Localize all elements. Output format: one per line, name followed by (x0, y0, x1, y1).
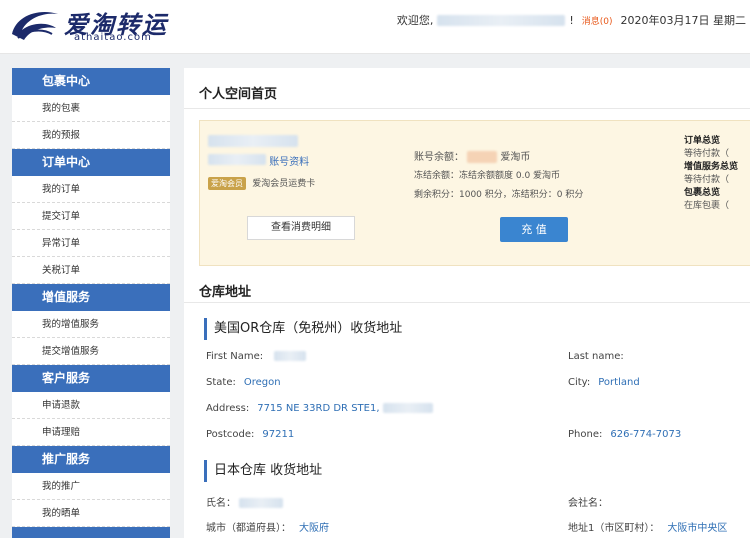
postcode-value[interactable]: 97211 (262, 429, 294, 440)
sidebar-item-my-showcase[interactable]: 我的晒单 (12, 500, 170, 527)
sidebar-item-refund[interactable]: 申请退款 (12, 392, 170, 419)
state-value[interactable]: Oregon (244, 377, 281, 388)
header-user-bar: 欢迎您, ! 消息(0) 2020年03月17日 星期二 (397, 12, 746, 28)
us-phone-field: Phone: 626-774-7073 (568, 429, 681, 440)
page-title: 个人空间首页 (199, 87, 278, 102)
logo-domain-text: athaitao.com (74, 32, 152, 43)
jp-warehouse-title: 日本仓库 收货地址 (204, 460, 322, 482)
sidebar-section-more[interactable] (12, 527, 170, 538)
sidebar-section-promotion[interactable]: 推广服务 (12, 446, 170, 473)
address-value[interactable]: 7715 NE 33RD DR STE1, (257, 403, 379, 414)
parcel-in-stock[interactable]: 在库包裹（ (684, 200, 750, 213)
order-pending[interactable]: 等待付款（ (684, 148, 750, 161)
sidebar-item-my-promotion[interactable]: 我的推广 (12, 473, 170, 500)
site-logo[interactable]: 爱淘转运 athaitao.com (8, 4, 178, 48)
address-suffix-redacted (382, 403, 433, 413)
sidebar-section-order-center[interactable]: 订单中心 (12, 149, 170, 176)
phone-value[interactable]: 626-774-7073 (610, 429, 681, 440)
main-content: 个人空间首页 账号资料 爱淘会员 爱淘会员运费卡 查看消费明细 账号余额： 爱淘… (184, 68, 750, 538)
jp-name-redacted (239, 498, 284, 508)
account-card: 账号资料 爱淘会员 爱淘会员运费卡 (208, 135, 388, 190)
jp-name-label: 氏名： (206, 498, 236, 509)
username-redacted (437, 14, 566, 26)
last-name-label: Last name: (568, 351, 624, 362)
welcome-exclaim: ! (569, 13, 574, 27)
sidebar-section-customer-service[interactable]: 客户服务 (12, 365, 170, 392)
order-overview-title: 订单总览 (684, 136, 721, 146)
account-name-redacted (208, 135, 298, 147)
us-address-field: Address: 7715 NE 33RD DR STE1, (206, 403, 433, 414)
jp-address1-label: 地址1（市区町村）： (568, 523, 660, 534)
sidebar-section-value-added[interactable]: 增值服务 (12, 284, 170, 311)
recharge-button[interactable]: 充 值 (500, 217, 568, 242)
jp-prefecture-label: 城市（都道府县）： (206, 523, 291, 534)
warehouse-divider (184, 302, 750, 303)
account-profile-link[interactable]: 账号资料 (269, 157, 309, 168)
city-value[interactable]: Portland (598, 377, 639, 388)
jp-address1-value[interactable]: 大阪市中央区 (667, 523, 727, 534)
parcel-overview-title: 包裹总览 (684, 188, 721, 198)
first-name-label: First Name: (206, 351, 264, 362)
view-spending-details-button[interactable]: 查看消费明细 (247, 216, 355, 240)
sidebar-item-submit-value-added[interactable]: 提交增值服务 (12, 338, 170, 365)
vas-pending[interactable]: 等待付款（ (684, 174, 750, 187)
top-header: 爱淘转运 athaitao.com 欢迎您, ! 消息(0) 2020年03月1… (0, 0, 750, 54)
us-warehouse-title: 美国OR仓库（免税州）收货地址 (204, 318, 402, 340)
sidebar-item-claim[interactable]: 申请理赔 (12, 419, 170, 446)
sidebar-item-my-forecasts[interactable]: 我的预报 (12, 122, 170, 149)
us-last-name-field: Last name: (568, 351, 624, 362)
sidebar-item-my-parcels[interactable]: 我的包裹 (12, 95, 170, 122)
messages-link[interactable]: 消息(0) (582, 14, 613, 27)
balance-unit: 爱淘币 (500, 152, 531, 163)
sidebar-item-tax-orders[interactable]: 关税订单 (12, 257, 170, 284)
phone-label: Phone: (568, 429, 603, 440)
account-id-redacted (208, 154, 266, 165)
welcome-text: 欢迎您, (396, 14, 434, 27)
frozen-balance: 冻结余额：冻结余额额度 0.0 爱淘币 (414, 171, 561, 181)
account-info-panel: 账号资料 爱淘会员 爱淘会员运费卡 查看消费明细 账号余额： 爱淘币 冻结余额：… (199, 120, 750, 266)
sidebar-nav: 包裹中心 我的包裹 我的预报 订单中心 我的订单 提交订单 异常订单 关税订单 … (12, 68, 170, 538)
city-label: City: (568, 377, 591, 388)
jp-prefecture-field: 城市（都道府县）： 大阪府 (206, 519, 329, 534)
state-label: State: (206, 377, 236, 388)
sidebar-section-parcel-center[interactable]: 包裹中心 (12, 68, 170, 95)
warehouse-section-title: 仓库地址 (199, 285, 252, 300)
us-first-name-field: First Name: (206, 351, 307, 362)
balance-label: 账号余额： (414, 152, 464, 163)
jp-name-field: 氏名： (206, 494, 284, 509)
sidebar-item-my-value-added[interactable]: 我的增值服务 (12, 311, 170, 338)
sidebar-item-my-orders[interactable]: 我的订单 (12, 176, 170, 203)
vip-card-text: 爱淘会员运费卡 (252, 179, 316, 189)
jp-company-label: 会社名： (568, 498, 608, 509)
vas-overview-title: 增值服务总览 (684, 162, 739, 172)
us-state-field: State: Oregon (206, 377, 281, 388)
jp-address1-field: 地址1（市区町村）： 大阪市中央区 (568, 519, 727, 534)
sidebar-item-submit-order[interactable]: 提交订单 (12, 203, 170, 230)
us-city-field: City: Portland (568, 377, 640, 388)
header-date: 2020年03月17日 星期二 (620, 14, 747, 27)
overview-summary: 订单总览 等待付款（ 增值服务总览 等待付款（ 包裹总览 在库包裹（ (684, 135, 750, 213)
vip-badge: 爱淘会员 (208, 177, 246, 190)
sidebar-item-abnormal-orders[interactable]: 异常订单 (12, 230, 170, 257)
postcode-label: Postcode: (206, 429, 255, 440)
jp-prefecture-value[interactable]: 大阪府 (299, 523, 329, 534)
logo-swirl-icon (12, 12, 58, 40)
balance-block: 账号余额： 爱淘币 冻结余额：冻结余额额度 0.0 爱淘币 剩余积分：1000 … (414, 148, 583, 205)
us-postcode-field: Postcode: 97211 (206, 429, 294, 440)
first-name-redacted (274, 351, 307, 361)
points-info: 剩余积分：1000 积分，冻结积分：0 积分 (414, 190, 584, 200)
jp-company-field: 会社名： (568, 494, 608, 509)
address-label: Address: (206, 403, 250, 414)
title-divider (184, 108, 750, 109)
balance-value-redacted (467, 151, 498, 163)
